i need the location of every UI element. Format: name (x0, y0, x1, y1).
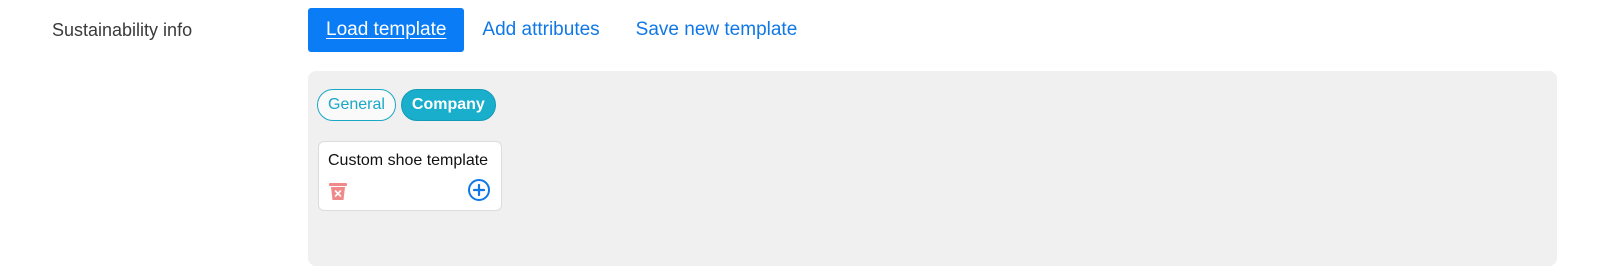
plus-circle-icon[interactable] (467, 178, 491, 202)
section-label: Sustainability info (52, 20, 193, 40)
load-template-button[interactable]: Load template (308, 8, 465, 52)
template-card[interactable]: Custom shoe template (318, 141, 502, 211)
add-attributes-button[interactable]: Add attributes (482, 19, 599, 41)
template-tabs: General Company (317, 89, 496, 121)
template-panel: General Company Custom shoe template (308, 71, 1557, 266)
tab-company[interactable]: Company (400, 89, 496, 121)
save-new-template-button[interactable]: Save new template (636, 19, 798, 41)
template-actions: Load template Add attributes Save new te… (308, 8, 797, 52)
trash-x-icon[interactable] (327, 180, 349, 202)
template-name: Custom shoe template (328, 152, 489, 169)
tab-general[interactable]: General (317, 89, 396, 121)
